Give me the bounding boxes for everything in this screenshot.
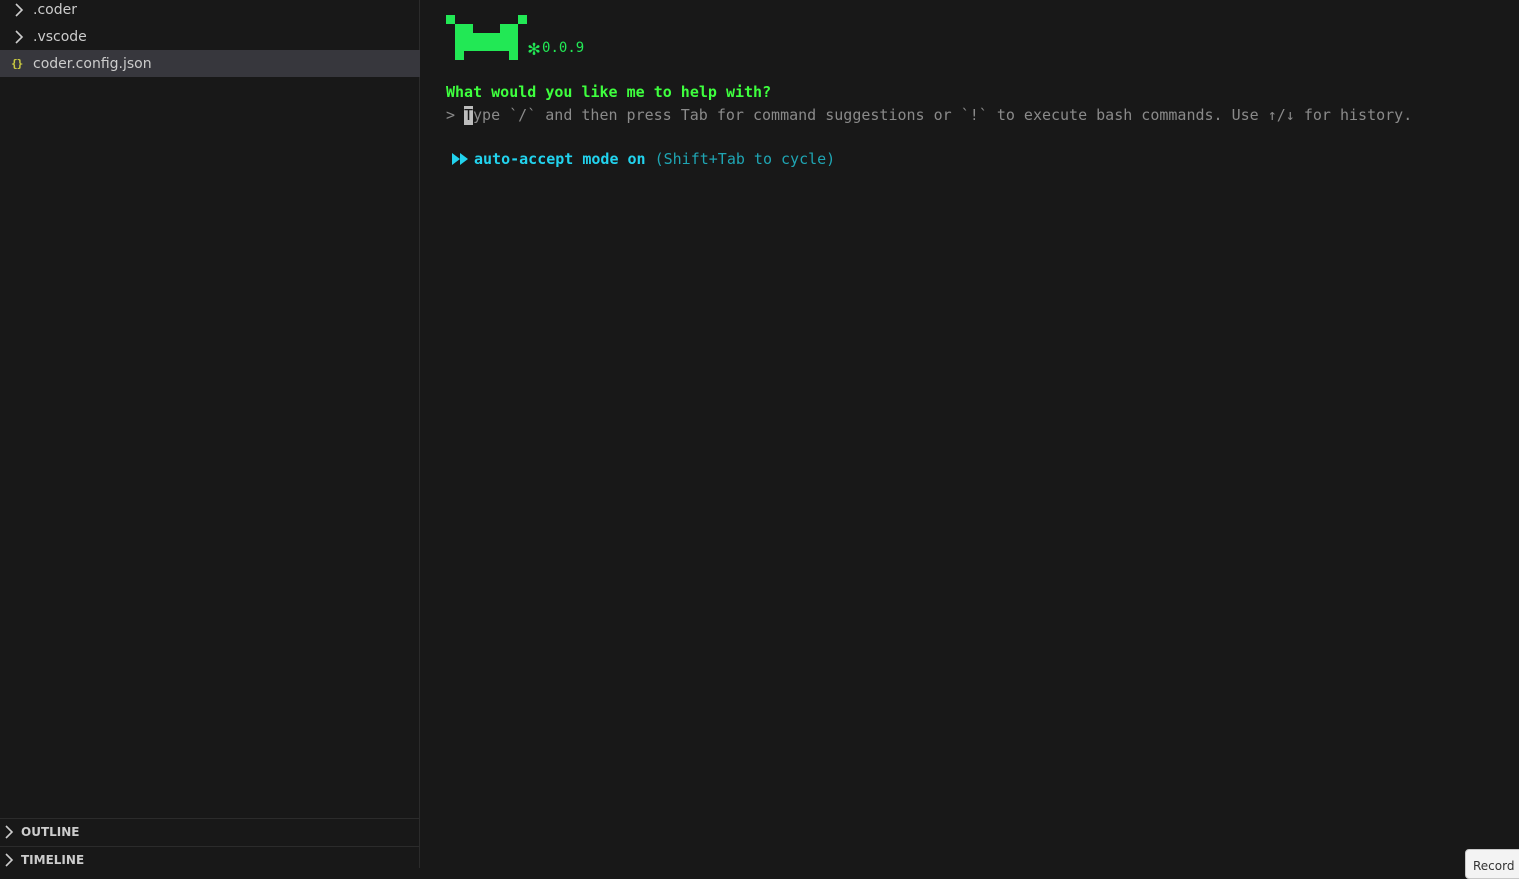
prompt-question: What would you like me to help with? bbox=[446, 83, 772, 101]
sparkle-icon: ✻ bbox=[528, 36, 541, 60]
prompt-input-line[interactable]: > T bbox=[446, 105, 1434, 125]
chevron-right-icon bbox=[5, 825, 14, 839]
prompt-chevron-icon: > bbox=[446, 106, 456, 124]
mode-hint: (Shift+Tab to cycle) bbox=[654, 150, 836, 168]
tree-item-label: coder.config.json bbox=[33, 55, 152, 72]
chevron-right-icon bbox=[15, 2, 24, 17]
section-label: OUTLINE bbox=[21, 825, 80, 839]
chevron-right-icon bbox=[5, 853, 14, 867]
auto-accept-mode-indicator: auto-accept mode on (Shift+Tab to cycle) bbox=[452, 149, 835, 169]
tree-folder-coder[interactable]: .coder bbox=[0, 0, 420, 23]
section-label: TIMELINE bbox=[21, 853, 85, 867]
prompt-input[interactable] bbox=[473, 106, 1434, 124]
text-cursor: T bbox=[464, 105, 474, 125]
terminal-panel[interactable]: ✻ 0.0.9 What would you like me to help w… bbox=[421, 0, 1519, 868]
version-line: ✻ 0.0.9 bbox=[528, 38, 584, 58]
tree-item-label: .vscode bbox=[33, 28, 87, 45]
tree-item-label: .coder bbox=[33, 1, 77, 18]
mode-label: auto-accept mode on bbox=[474, 150, 646, 168]
outline-section-header[interactable]: OUTLINE bbox=[0, 818, 420, 845]
record-tooltip: Record bbox=[1465, 849, 1519, 879]
timeline-section-header[interactable]: TIMELINE bbox=[0, 846, 420, 873]
pixel-alien-icon bbox=[446, 15, 527, 60]
version-text: 0.0.9 bbox=[542, 40, 585, 56]
tree-folder-vscode[interactable]: .vscode bbox=[0, 23, 420, 50]
chevron-right-icon bbox=[15, 29, 24, 44]
json-file-icon: {} bbox=[11, 57, 23, 70]
tree-file-coder-config-json[interactable]: {} coder.config.json bbox=[0, 50, 420, 77]
explorer-sidebar: .coder .vscode {} coder.config.json OUTL… bbox=[0, 0, 420, 868]
fast-forward-icon bbox=[452, 153, 469, 165]
